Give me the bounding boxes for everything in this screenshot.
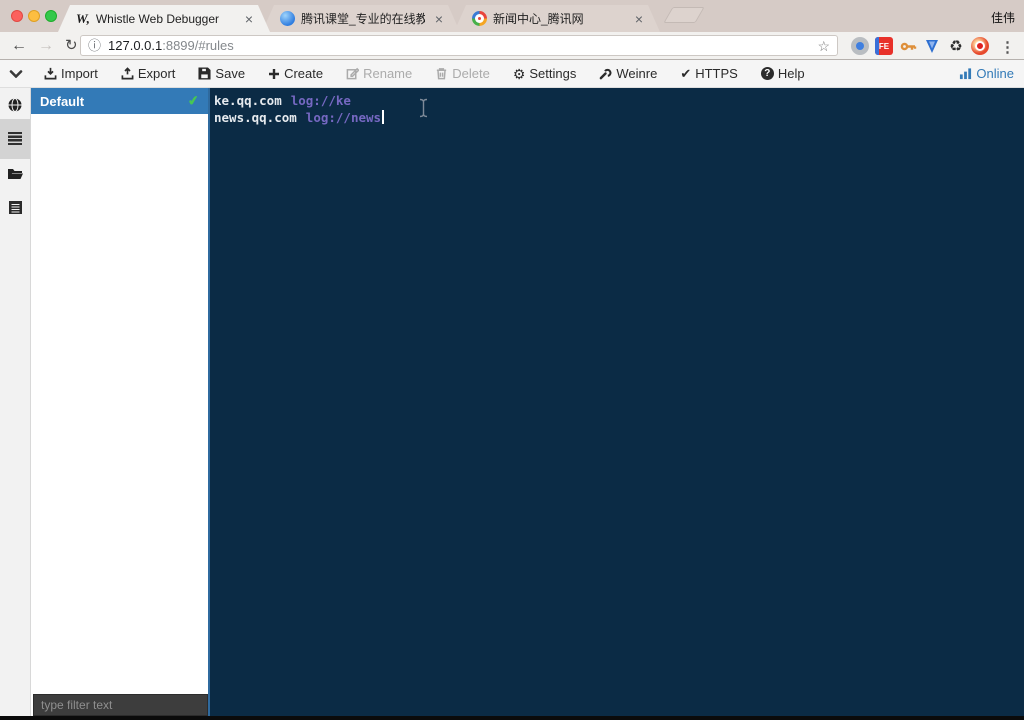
extension-icons: FE ♻ <box>851 37 989 55</box>
weibo-extension-icon[interactable] <box>971 37 989 55</box>
main-content: Default ✔ ke.qq.com log://ke news.qq.com l… <box>0 88 1024 716</box>
recycle-extension-icon[interactable]: ♻ <box>947 37 965 55</box>
new-tab-button[interactable] <box>663 7 705 23</box>
filter-input[interactable] <box>33 694 208 716</box>
zoom-window-button[interactable] <box>45 10 57 22</box>
browser-menu-icon[interactable]: ⋮ <box>1000 38 1015 56</box>
plugins-tab-icon[interactable] <box>0 200 30 215</box>
rename-button: Rename <box>346 66 423 81</box>
network-tab-icon[interactable] <box>0 97 30 113</box>
omnibox[interactable]: ⓘ 127.0.0.1:8899/#rules ☆ <box>80 35 838 56</box>
tab-title: 腾讯课堂_专业的在线教育平台( <box>301 12 425 26</box>
chevron-down-icon[interactable] <box>9 70 23 78</box>
url-host: 127.0.0.1 <box>108 38 163 53</box>
export-button[interactable]: Export <box>121 66 187 81</box>
reload-icon[interactable]: ↻ <box>65 38 78 53</box>
https-label: HTTPS <box>695 66 738 81</box>
rules-list-panel: Default ✔ <box>31 88 208 716</box>
browser-window: W, Whistle Web Debugger × 腾讯课堂_专业的在线教育平台… <box>0 0 1024 720</box>
values-tab-icon[interactable] <box>0 167 30 181</box>
close-tab-icon[interactable]: × <box>635 12 643 26</box>
tab-title: 新闻中心_腾讯网 <box>493 12 584 26</box>
bar-chart-icon <box>960 68 972 80</box>
bookmark-star-icon[interactable]: ☆ <box>817 39 830 53</box>
rule-name: Default <box>40 93 85 109</box>
help-button[interactable]: ? Help <box>760 66 816 81</box>
tencent-news-favicon <box>472 11 487 26</box>
weinre-label: Weinre <box>616 66 658 81</box>
address-bar-row: ← → ↻ ⓘ 127.0.0.1:8899/#rules ☆ FE ♻ ⋮ <box>0 32 1024 60</box>
fe-helper-extension-icon[interactable]: FE <box>875 37 893 55</box>
gear-icon: ⚙ <box>512 65 526 82</box>
close-window-button[interactable] <box>11 10 23 22</box>
editor-line[interactable]: ke.qq.com log://ke <box>214 92 1024 109</box>
v-extension-icon[interactable] <box>923 37 941 55</box>
delete-button: Delete <box>435 66 501 81</box>
rules-editor[interactable]: ke.qq.com log://ke news.qq.com log://news <box>208 88 1024 716</box>
mouse-ibeam-cursor <box>419 98 428 118</box>
back-icon[interactable]: ← <box>11 37 27 54</box>
settings-button[interactable]: ⚙ Settings <box>513 66 588 81</box>
editor-line[interactable]: news.qq.com log://news <box>214 109 1024 126</box>
bottom-black-bar <box>0 716 1024 720</box>
tab-title: Whistle Web Debugger <box>95 11 220 26</box>
tab-strip: W, Whistle Web Debugger × 腾讯课堂_专业的在线教育平台… <box>0 0 1024 32</box>
rule-pattern: ke.qq.com <box>214 93 282 108</box>
proxy-extension-icon[interactable] <box>851 37 869 55</box>
delete-label: Delete <box>452 66 490 81</box>
weinre-button[interactable]: Weinre <box>599 66 668 81</box>
tab-tencent-news[interactable]: 新闻中心_腾讯网 × <box>454 5 660 32</box>
key-extension-icon[interactable] <box>899 37 917 55</box>
rule-pattern: news.qq.com <box>214 110 297 125</box>
left-icon-strip <box>0 88 31 716</box>
help-icon: ? <box>760 67 774 80</box>
close-tab-icon[interactable]: × <box>245 12 253 26</box>
minimize-window-button[interactable] <box>28 10 40 22</box>
help-label: Help <box>777 66 805 81</box>
rule-item-default[interactable]: Default ✔ <box>31 88 208 114</box>
online-status[interactable]: Online <box>959 66 1014 81</box>
check-icon: ✔ <box>680 66 692 81</box>
online-label: Online <box>976 66 1014 81</box>
import-button[interactable]: Import <box>44 66 109 81</box>
text-caret <box>382 110 385 124</box>
whistle-logo-icon: W, <box>76 11 90 26</box>
whistle-menu: Import Export Save Create Rename Delete <box>44 66 828 81</box>
rename-label: Rename <box>363 66 413 81</box>
create-label: Create <box>284 66 324 81</box>
tencent-ke-favicon <box>280 11 295 26</box>
whistle-toolbar: Import Export Save Create Rename Delete <box>0 60 1024 88</box>
enabled-check-icon: ✔ <box>187 92 200 109</box>
close-tab-icon[interactable]: × <box>435 12 443 26</box>
rules-tab-icon[interactable] <box>0 132 30 145</box>
page-info-icon[interactable]: ⓘ <box>88 39 101 52</box>
profile-name[interactable]: 佳伟 <box>991 9 1015 26</box>
forward-icon: → <box>38 36 54 54</box>
url-text[interactable]: 127.0.0.1:8899/#rules <box>108 38 234 53</box>
save-label: Save <box>215 66 246 81</box>
https-button[interactable]: ✔ HTTPS <box>680 66 749 81</box>
url-path: :8899/#rules <box>162 38 234 53</box>
create-button[interactable]: Create <box>268 66 334 81</box>
save-button[interactable]: Save <box>198 66 256 81</box>
import-label: Import <box>61 66 98 81</box>
tab-tencent-ke[interactable]: 腾讯课堂_专业的在线教育平台( × <box>262 5 460 32</box>
tab-whistle[interactable]: W, Whistle Web Debugger × <box>58 5 270 32</box>
rule-operation: log://news <box>305 110 382 125</box>
rule-operation: log://ke <box>290 93 351 108</box>
settings-label: Settings <box>529 66 577 81</box>
export-label: Export <box>137 66 176 81</box>
